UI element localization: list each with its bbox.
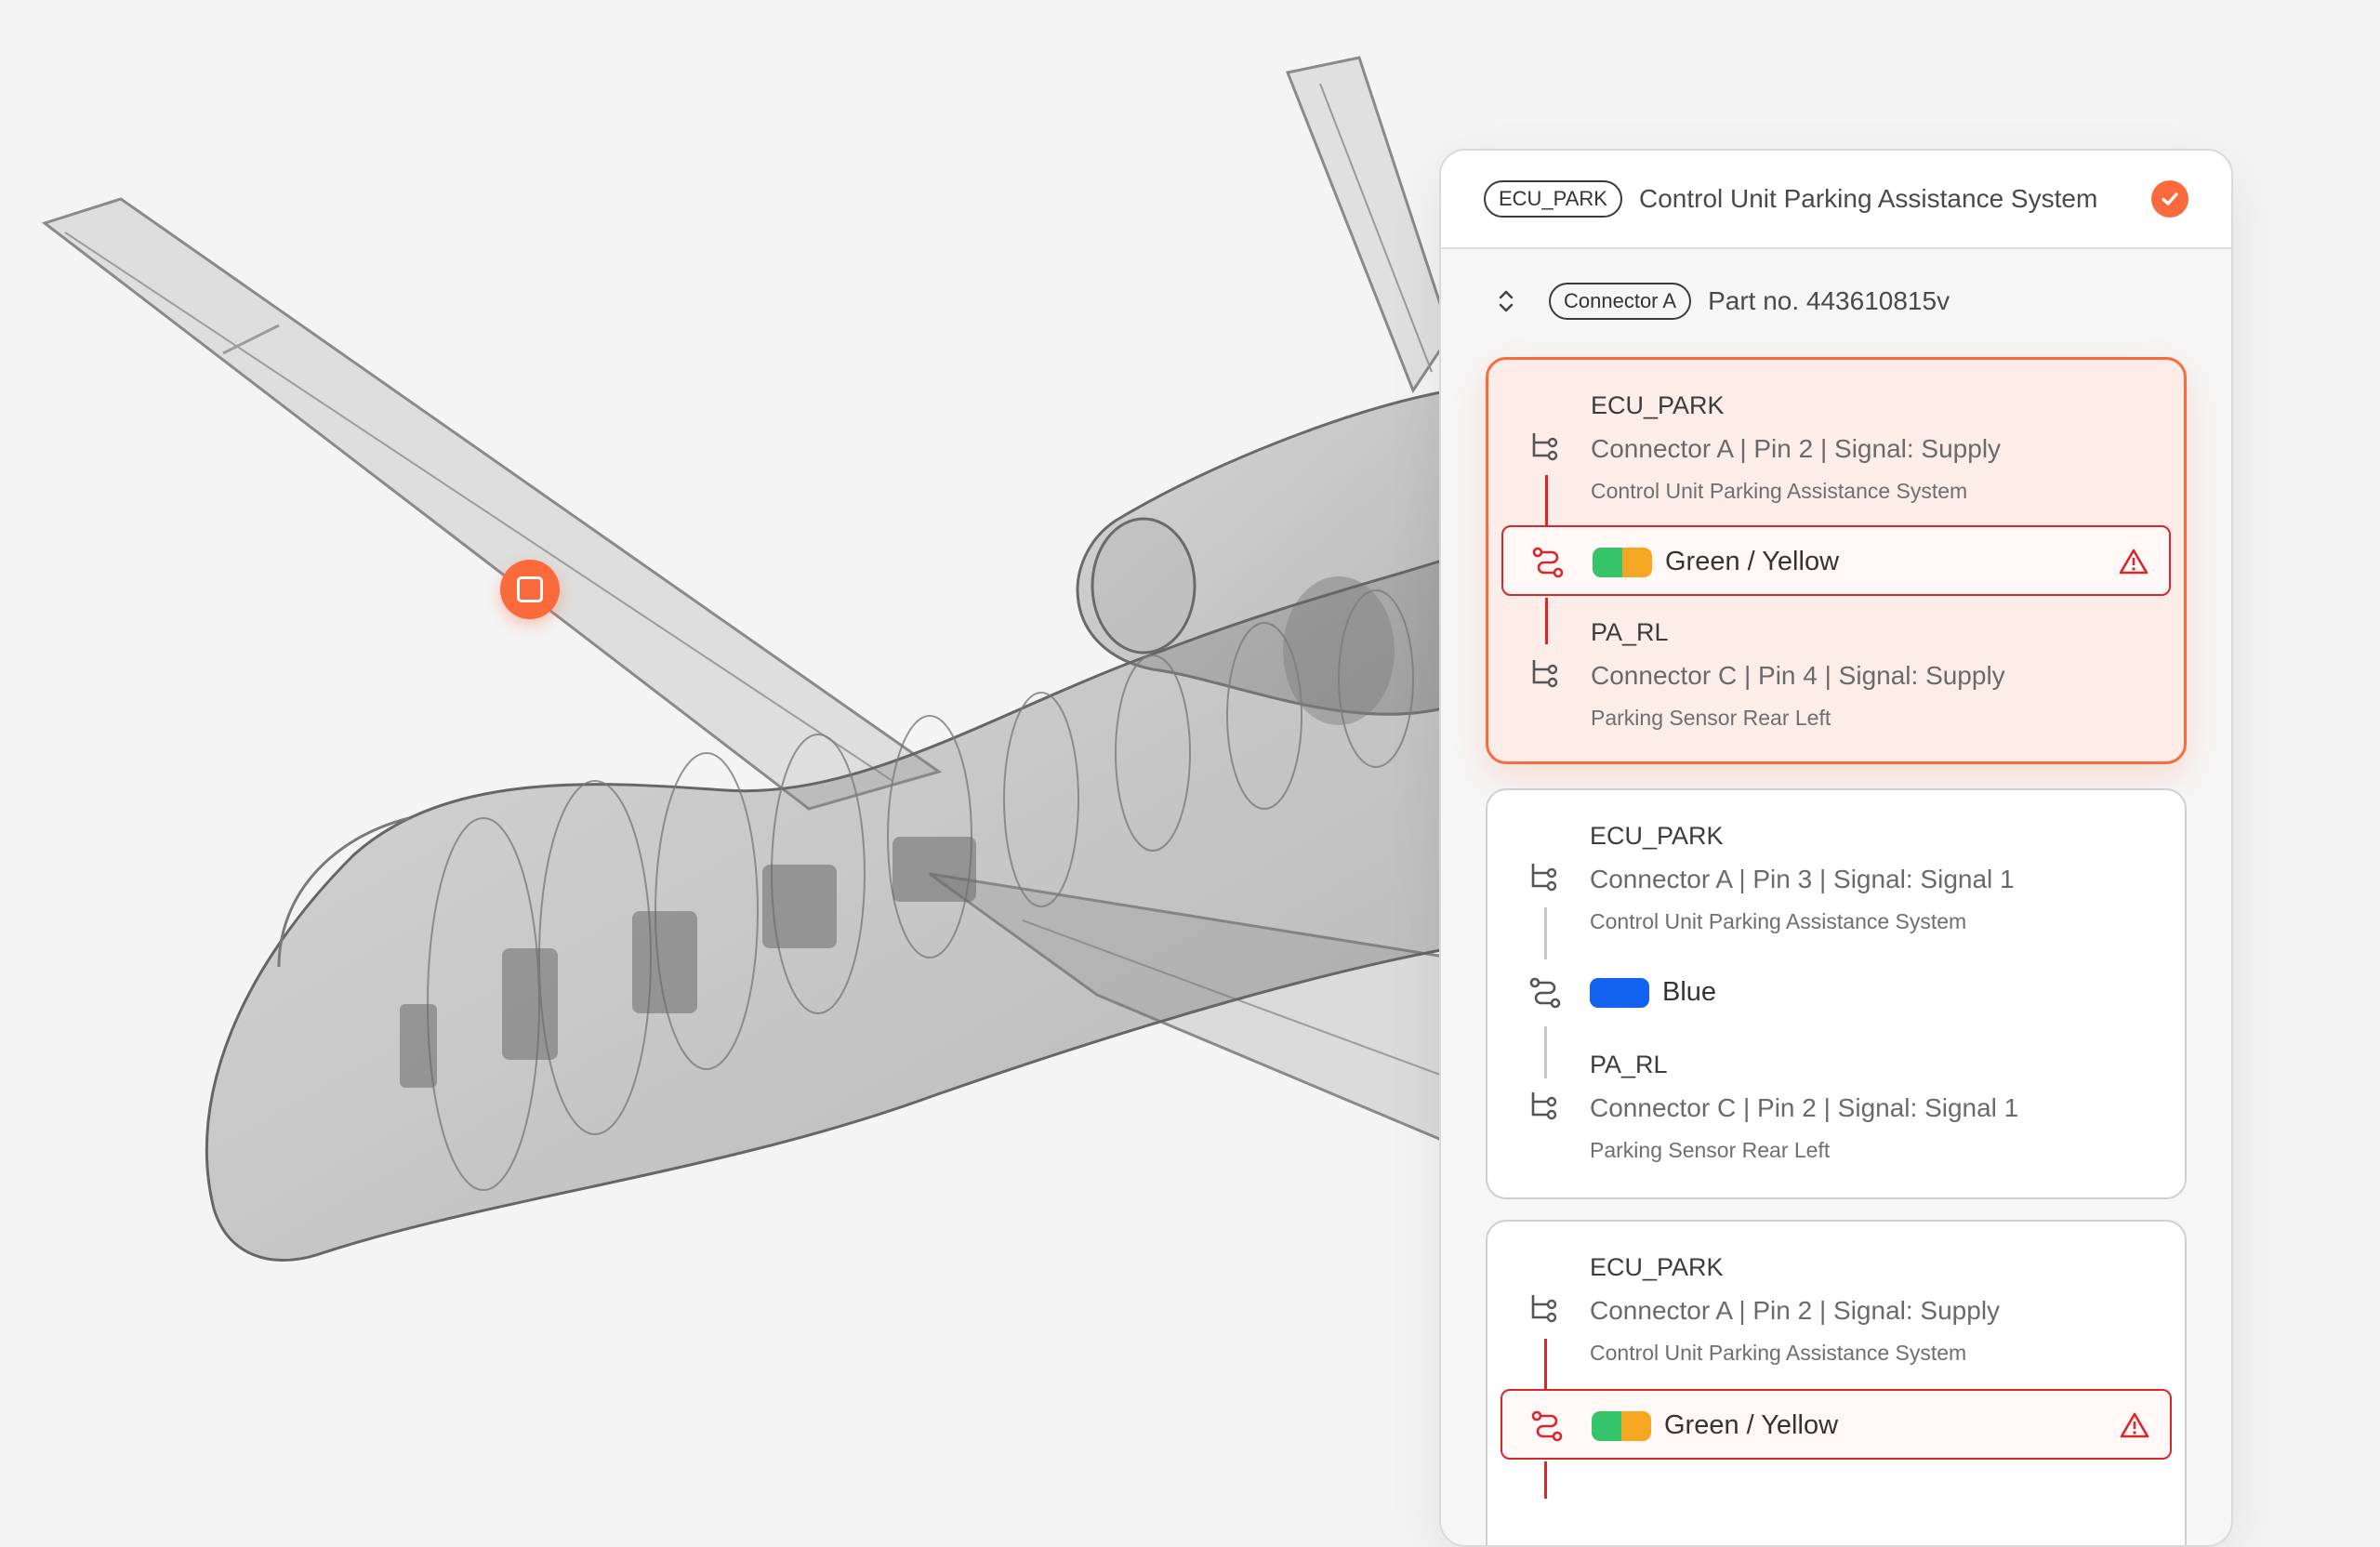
node-description: Parking Sensor Rear Left: [1591, 706, 1831, 730]
wire-color-swatch: [1592, 1411, 1651, 1441]
node-detail: Connector A | Pin 2 | Signal: Supply: [1590, 1296, 2001, 1325]
sort-chevrons-icon[interactable]: [1495, 287, 1517, 315]
wire-color-label: Blue: [1662, 977, 1717, 1007]
node-description: Control Unit Parking Assistance System: [1591, 479, 1968, 503]
warning-triangle-icon[interactable]: [2120, 1411, 2149, 1439]
selection-marker-icon: [517, 576, 543, 602]
wire-color-swatch: [1590, 978, 1649, 1008]
connection-line: [1544, 1461, 1547, 1499]
component-node-icon: [1531, 1092, 1557, 1120]
wire-color-swatch: [1593, 548, 1652, 577]
node-description: Control Unit Parking Assistance System: [1590, 1341, 1967, 1365]
node-detail: Connector C | Pin 2 | Signal: Signal 1: [1590, 1093, 2019, 1122]
source-node: ECU_PARK Connector A | Pin 3 | Signal: S…: [1488, 790, 2185, 933]
component-node-icon: [1531, 1295, 1557, 1323]
wire-row[interactable]: Green / Yellow: [1501, 1389, 2172, 1460]
node-name: ECU_PARK: [1591, 391, 1725, 419]
connection-card[interactable]: ECU_PARK Connector A | Pin 3 | Signal: S…: [1486, 788, 2187, 1199]
wire-color-label: Green / Yellow: [1664, 1410, 1839, 1440]
check-icon: [2151, 180, 2188, 218]
connector-selector[interactable]: Connector A Part no. 443610815v: [1441, 249, 2231, 353]
panel-header: ECU_PARK Control Unit Parking Assistance…: [1441, 151, 2231, 249]
component-code-badge: ECU_PARK: [1484, 180, 1622, 218]
node-name: ECU_PARK: [1590, 822, 1724, 850]
source-node: ECU_PARK Connector A | Pin 2 | Signal: S…: [1488, 360, 2184, 503]
connection-line: [1544, 907, 1547, 959]
node-name: PA_RL: [1590, 1051, 1668, 1078]
wire-route-icon: [1532, 547, 1564, 578]
target-node: PA_RL Connector C | Pin 4 | Signal: Supp…: [1488, 587, 2184, 730]
component-title: Control Unit Parking Assistance System: [1638, 184, 2098, 213]
connection-line: [1545, 475, 1548, 525]
connection-card[interactable]: ECU_PARK Connector A | Pin 2 | Signal: S…: [1486, 1220, 2187, 1545]
wire-route-icon: [1531, 1410, 1563, 1442]
node-detail: Connector A | Pin 3 | Signal: Signal 1: [1590, 865, 2015, 893]
node-detail: Connector C | Pin 4 | Signal: Supply: [1591, 661, 2005, 690]
node-description: Control Unit Parking Assistance System: [1590, 909, 1967, 933]
warning-triangle-icon[interactable]: [2119, 548, 2149, 575]
node-description: Parking Sensor Rear Left: [1590, 1138, 1831, 1162]
wire-color-label: Green / Yellow: [1665, 547, 1840, 576]
source-node: ECU_PARK Connector A | Pin 2 | Signal: S…: [1488, 1222, 2185, 1365]
node-name: ECU_PARK: [1590, 1253, 1724, 1281]
connection-card[interactable]: ECU_PARK Connector A | Pin 2 | Signal: S…: [1486, 357, 2187, 764]
component-node-icon: [1531, 864, 1557, 892]
node-detail: Connector A | Pin 2 | Signal: Supply: [1591, 434, 2002, 463]
connection-line: [1544, 1339, 1547, 1389]
connection-panel: ECU_PARK Control Unit Parking Assistance…: [1439, 149, 2233, 1547]
node-name: PA_RL: [1591, 618, 1669, 646]
target-node: PA_RL Connector C | Pin 2 | Signal: Sign…: [1488, 1019, 2185, 1162]
part-number: Part no. 443610815v: [1708, 286, 1950, 315]
wire-row[interactable]: Green / Yellow: [1501, 525, 2171, 596]
wire-row[interactable]: Blue: [1501, 958, 2172, 1028]
component-node-icon: [1532, 660, 1558, 688]
component-node-icon: [1532, 433, 1558, 461]
wire-route-icon: [1529, 977, 1561, 1009]
selection-marker[interactable]: [500, 560, 560, 619]
connector-badge[interactable]: Connector A: [1549, 283, 1692, 320]
